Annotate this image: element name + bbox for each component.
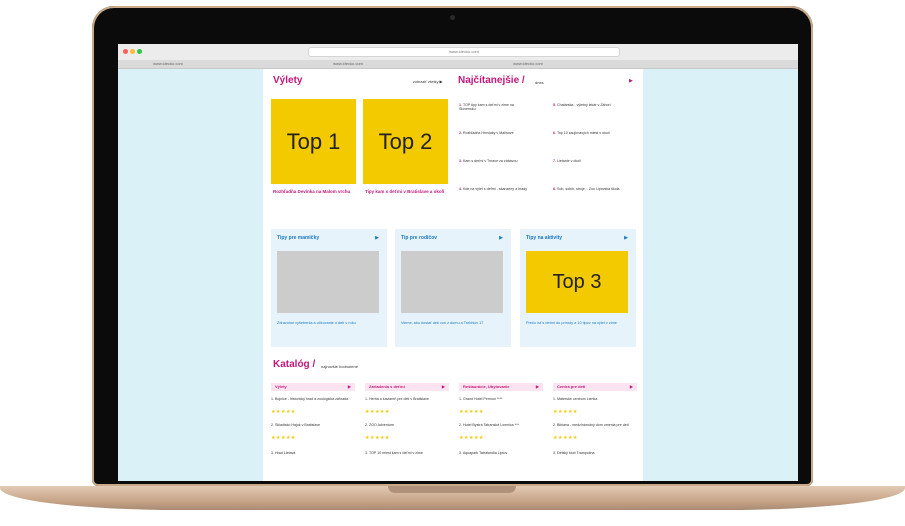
arrow-right-icon[interactable]: ▶ (624, 235, 628, 241)
ranking-item[interactable]: 7. Lietanie v okolí (553, 159, 623, 163)
card-title: Tip pre rodičov (401, 235, 438, 241)
katalog-subtitle: najnovšie hodnotené (321, 364, 358, 369)
ranking-item[interactable]: 4. Kde na výlet s deťmi - skanzeny a hra… (459, 187, 529, 191)
rating-stars: ★★★★★ (365, 435, 390, 441)
catalog-item[interactable]: 3. Hrad Lietava (271, 451, 357, 455)
catalog-column-header[interactable]: Reštaurácie, Ubytovanie ▶ (459, 383, 543, 391)
laptop-lid: www.idecko.com www.idecko.com www.idecko… (92, 6, 813, 486)
browser-tab[interactable]: www.idecko.com (118, 61, 218, 67)
camera-icon (450, 15, 455, 20)
card-tip-pre-rodicov[interactable]: Tip pre rodičov ▶ Vieme, ako dostať deti… (395, 229, 511, 347)
card-image-placeholder[interactable] (401, 251, 503, 313)
rating-stars: ★★★★★ (459, 409, 484, 415)
arrow-right-icon[interactable]: ▶ (499, 235, 503, 241)
card-image-placeholder[interactable] (277, 251, 379, 313)
close-window-icon[interactable] (123, 49, 128, 54)
catalog-item[interactable]: 3. TOP 10 miest kam s deťmi v zime (365, 451, 451, 455)
catalog-column-header[interactable]: Centrá pre deti ▶ (553, 383, 637, 391)
catalog-column-header[interactable]: Výlety ▶ (271, 383, 355, 391)
catalog-item[interactable]: 1. Grand Hotel Permon **** (459, 397, 545, 401)
section-title-najcitanejsie: Najčítanejšie / (458, 75, 525, 86)
arrow-right-icon[interactable]: ▶ (442, 383, 445, 391)
card-tipy-na-aktivity[interactable]: Tipy na aktivity ▶ Top 3 Prečo ísť s deť… (520, 229, 636, 347)
catalog-item[interactable]: 1. Herňa a kaviareň pre deti v Bratislav… (365, 397, 451, 401)
laptop-base (0, 486, 905, 510)
rating-stars: ★★★★★ (271, 435, 296, 441)
laptop-notch (388, 486, 516, 493)
top2-image[interactable]: Top 2 (363, 99, 448, 184)
browser-toolbar: www.idecko.com (118, 44, 798, 61)
address-bar[interactable]: www.idecko.com (308, 47, 620, 57)
catalog-item[interactable]: 1. Materské centrum Lienka (553, 397, 639, 401)
rating-stars: ★★★★★ (365, 409, 390, 415)
card-tipy-pre-mamicky[interactable]: Tipy pre mamičky ▶ Zdravotné vyšetrenia … (271, 229, 387, 347)
browser-tab[interactable]: www.idecko.com (298, 61, 398, 67)
catalog-item[interactable]: 3. Aquapark Tatralandia Liptov (459, 451, 545, 455)
ranking-item[interactable]: 5. Chatárska - výletný lekár v Záhorí (553, 103, 623, 107)
ranking-item[interactable]: 8. Sob, sobík, stroje... Zoo Lipovská šk… (553, 187, 623, 191)
ranking-item[interactable]: 6. Top 10 zaujímavých miest v okolí (553, 131, 623, 135)
arrow-right-icon[interactable]: ▶ (629, 78, 633, 84)
card-text-link[interactable]: Prečo ísť s deťmi do prírody a 10 tipov … (526, 321, 628, 326)
section-title-katalog: Katalóg / (273, 359, 316, 370)
najcitanejsie-period: dnes (535, 80, 544, 85)
card-text-link[interactable]: Zdravotné vyšetrenia a očkovanie u detí … (277, 321, 379, 326)
ranking-item[interactable]: 1. TOP tipy kam s deťmi v zime na Sloven… (459, 103, 529, 112)
vylety-more-link[interactable]: zobraziť všetky ▶ (413, 79, 442, 84)
ranking-item[interactable]: 3. Kam s deťmi v Trnave za zábavou (459, 159, 529, 163)
rating-stars: ★★★★★ (271, 409, 296, 415)
ranking-item[interactable]: 2. Rozhľadňa Hrnsiaky v Malinove (459, 131, 529, 135)
page-content: Výlety zobraziť všetky ▶ Top 1 Top 2 Roz… (263, 69, 643, 481)
maximize-window-icon[interactable] (137, 49, 142, 54)
arrow-right-icon[interactable]: ▶ (536, 383, 539, 391)
section-title-vylety: Výlety (273, 75, 303, 86)
arrow-right-icon[interactable]: ▶ (348, 383, 351, 391)
card-text-link[interactable]: Vieme, ako dostať deti von z domu a Treb… (401, 321, 503, 326)
catalog-column-header[interactable]: Zariadenia s deťmi ▶ (365, 383, 449, 391)
catalog-item[interactable]: 2. ZOO Adventure (365, 423, 451, 427)
catalog-item[interactable]: 2. Skladisko Hajok v Bratislave (271, 423, 357, 427)
card-title: Tipy na aktivity (526, 235, 563, 241)
top1-caption-link[interactable]: Rozhľadňa Devínka na Malom vrchu (273, 189, 353, 195)
rating-stars: ★★★★★ (459, 435, 484, 441)
top3-image[interactable]: Top 3 (526, 251, 628, 313)
laptop-screen: www.idecko.com www.idecko.com www.idecko… (118, 44, 798, 481)
top1-image[interactable]: Top 1 (271, 99, 356, 184)
browser-tab[interactable]: www.idecko.com (478, 61, 578, 67)
arrow-right-icon[interactable]: ▶ (630, 383, 633, 391)
catalog-item[interactable]: 3. Detský klub Trampolína (553, 451, 639, 455)
catalog-item[interactable]: 1. Bojnice - historický hrad a zoologick… (271, 397, 357, 401)
catalog-item[interactable]: 2. Bibiana - medzinárodný dom umenia pre… (553, 423, 639, 427)
top2-caption-link[interactable]: Tipy kam s deťmi v Bratislave a okolí (365, 189, 445, 195)
catalog-item[interactable]: 2. Hotel Bystrá Tatranská Lomnica *** (459, 423, 545, 427)
rating-stars: ★★★★★ (553, 409, 578, 415)
arrow-right-icon[interactable]: ▶ (375, 235, 379, 241)
browser-tab-strip: www.idecko.com www.idecko.com www.idecko… (118, 60, 798, 69)
card-title: Tipy pre mamičky (277, 235, 320, 241)
rating-stars: ★★★★★ (553, 435, 578, 441)
minimize-window-icon[interactable] (130, 49, 135, 54)
